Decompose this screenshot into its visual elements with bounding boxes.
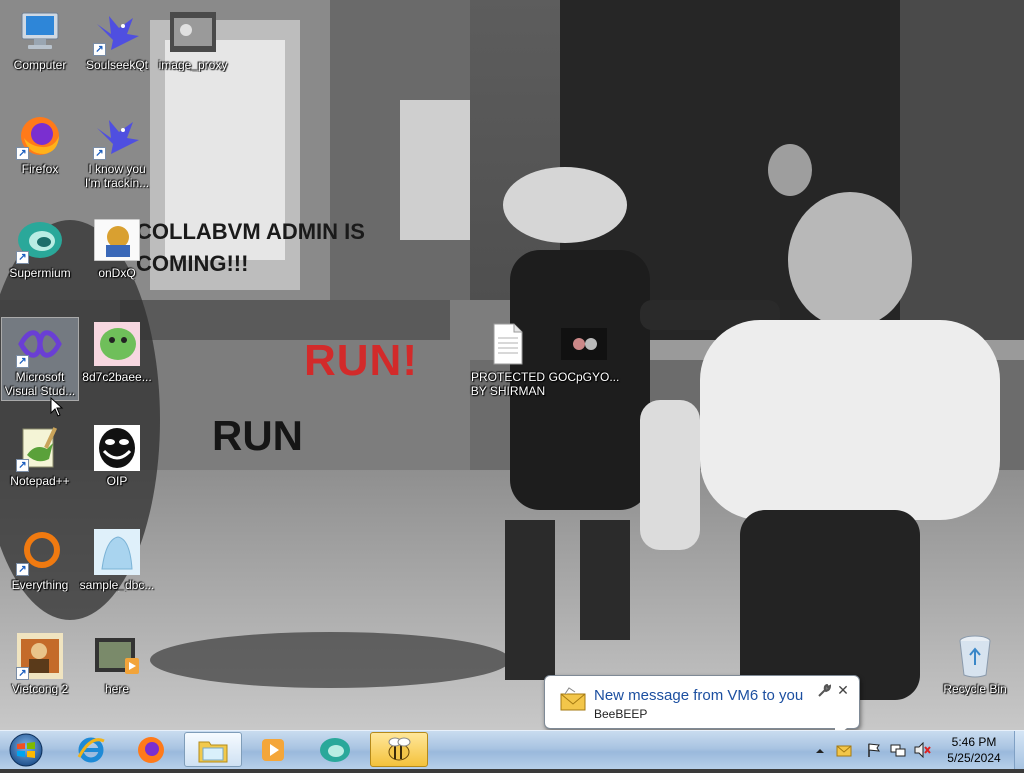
desktop-icon-label: Recycle Bin <box>943 682 1007 696</box>
desktop-icon-label: image_proxy <box>158 58 228 72</box>
desktop-icon-label: onDxQ <box>98 266 136 280</box>
desktop-icon-notepadpp[interactable]: ↗ Notepad++ <box>2 424 78 488</box>
desktop-icon-protected[interactable]: PROTECTED BY SHIRMAN <box>468 320 548 398</box>
beebeep-tray-envelope-icon[interactable] <box>836 742 852 758</box>
notification-close-button[interactable]: ✕ <box>835 682 851 698</box>
image-thumbnail-icon <box>93 528 141 576</box>
desktop-icon-label: sample_dbc... <box>79 578 155 592</box>
text-file-icon <box>484 320 532 368</box>
firefox-icon <box>138 736 164 763</box>
mouse-cursor-icon <box>50 397 64 417</box>
shortcut-arrow-icon: ↗ <box>93 147 106 160</box>
desktop-icon-gocpgyo[interactable]: GOCpGYO... <box>546 320 622 384</box>
start-button[interactable] <box>4 732 48 768</box>
firefox-icon: ↗ <box>16 112 64 160</box>
beebeep-bee-icon <box>388 737 411 760</box>
wrench-icon[interactable] <box>817 683 832 698</box>
shortcut-arrow-icon: ↗ <box>16 563 29 576</box>
desktop-icon-label: GOCpGYO... <box>548 370 620 384</box>
clock-time: 5:46 PM <box>951 735 997 749</box>
visual-studio-icon: ↗ <box>16 320 64 368</box>
image-thumbnail-icon <box>93 424 141 472</box>
desktop-icon-firefox[interactable]: ↗ Firefox <box>2 112 78 176</box>
desktop-icon-label: Supermium <box>9 266 71 280</box>
everything-icon: ↗ <box>16 528 64 576</box>
desktop-icon-8d7c2baee[interactable]: 8d7c2baee... <box>79 320 155 384</box>
folder-icon <box>198 741 228 762</box>
desktop-icon-label: Everything <box>11 578 69 592</box>
desktop-icon-label: Firefox <box>21 162 59 176</box>
wallpaper-collab-text: COLLABVM ADMIN IS COMING!!! <box>136 219 365 276</box>
desktop-icon-label: I know you I'm trackin... <box>84 162 150 190</box>
windows-start-orb-icon <box>9 733 43 767</box>
desktop-icon-here[interactable]: here <box>79 632 155 696</box>
notepadpp-icon: ↗ <box>16 424 64 472</box>
desktop-icon-ondxq[interactable]: onDxQ <box>79 216 155 280</box>
desktop-icon-label: PROTECTED BY SHIRMAN <box>470 370 546 398</box>
supermium-icon <box>320 737 350 762</box>
desktop-icon-label: OIP <box>106 474 128 488</box>
taskbar: 5:46 PM 5/25/2024 <box>0 730 1024 769</box>
envelope-icon <box>559 686 587 712</box>
taskbar-internet-explorer[interactable] <box>62 732 120 767</box>
desktop-icon-label: SoulseekQt <box>85 58 149 72</box>
taskbar-firefox[interactable] <box>122 732 180 767</box>
desktop-icon-oip[interactable]: OIP <box>79 424 155 488</box>
desktop-icon-image-proxy[interactable]: image_proxy <box>155 8 231 72</box>
system-clock[interactable]: 5:46 PM 5/25/2024 <box>934 734 1014 766</box>
action-center-flag-icon[interactable] <box>866 742 882 758</box>
video-file-icon <box>93 632 141 680</box>
desktop-icon-label: 8d7c2baee... <box>82 370 152 384</box>
taskbar-media-player[interactable] <box>244 732 302 767</box>
desktop-icon-everything[interactable]: ↗ Everything <box>2 528 78 592</box>
desktop-icon-label: here <box>104 682 130 696</box>
desktop-icon-recycle-bin[interactable]: Recycle Bin <box>937 632 1013 696</box>
image-thumbnail-icon <box>93 320 141 368</box>
notification-balloon[interactable]: New message from VM6 to you BeeBEEP ✕ <box>544 675 860 738</box>
desktop-icon-label: Computer <box>13 58 67 72</box>
supermium-icon: ↗ <box>16 216 64 264</box>
shortcut-arrow-icon: ↗ <box>16 251 29 264</box>
desktop-icon-soulseekqt[interactable]: ↗ SoulseekQt <box>79 8 155 72</box>
taskbar-supermium[interactable] <box>306 732 364 767</box>
image-thumbnail-icon <box>169 8 217 56</box>
shortcut-arrow-icon: ↗ <box>16 667 29 680</box>
image-thumbnail-icon <box>93 216 141 264</box>
taskbar-windows-explorer[interactable] <box>184 732 242 767</box>
notification-app-name: BeeBEEP <box>594 707 648 721</box>
desktop-icon-sample-dbc[interactable]: sample_dbc... <box>79 528 155 592</box>
show-desktop-button[interactable] <box>1014 731 1024 769</box>
shortcut-arrow-icon: ↗ <box>16 355 29 368</box>
desktop-icon-vietcong2[interactable]: ↗ Vietcong 2 <box>2 632 78 696</box>
notification-title: New message from VM6 to you <box>594 687 804 704</box>
desktop-icon-label: Notepad++ <box>10 474 70 488</box>
desktop-icon-label: Vietcong 2 <box>11 682 69 696</box>
wallpaper-run-black-text: RUN <box>212 412 303 459</box>
shortcut-arrow-icon: ↗ <box>93 43 106 56</box>
soulseek-bird-icon: ↗ <box>93 112 141 160</box>
soulseek-bird-icon: ↗ <box>93 8 141 56</box>
taskbar-beebeep[interactable] <box>370 732 428 767</box>
internet-explorer-icon <box>77 737 105 762</box>
desktop-icon-supermium[interactable]: ↗ Supermium <box>2 216 78 280</box>
desktop-icon-computer[interactable]: Computer <box>2 8 78 72</box>
network-icon[interactable] <box>890 742 906 758</box>
clock-date: 5/25/2024 <box>947 751 1001 765</box>
vietcong2-icon: ↗ <box>16 632 64 680</box>
recycle-bin-icon <box>951 632 999 680</box>
desktop-icon-label: Microsoft Visual Stud... <box>4 370 76 398</box>
shortcut-arrow-icon: ↗ <box>16 459 29 472</box>
wallpaper-run-red-text: RUN! <box>304 336 418 385</box>
image-thumbnail-icon <box>560 320 608 368</box>
shortcut-arrow-icon: ↗ <box>16 147 29 160</box>
show-hidden-icons-chevron-icon[interactable] <box>814 744 830 760</box>
desktop-icon-i-know-you[interactable]: ↗ I know you I'm trackin... <box>79 112 155 190</box>
media-player-icon <box>262 738 284 761</box>
volume-muted-icon[interactable] <box>914 741 931 759</box>
desktop-icon-visual-studio[interactable]: ↗ Microsoft Visual Stud... <box>1 317 79 401</box>
computer-icon <box>16 8 64 56</box>
